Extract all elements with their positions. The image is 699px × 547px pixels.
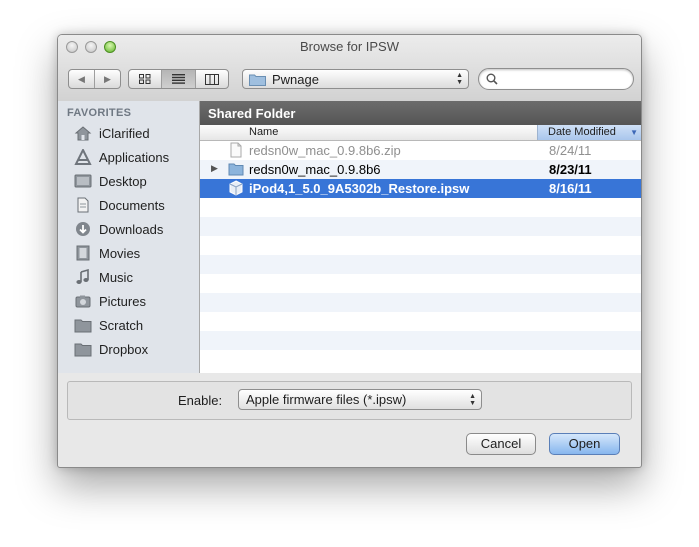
sidebar-item-label: Scratch (99, 317, 144, 333)
file-name: redsn0w_mac_0.9.8b6 (249, 162, 381, 177)
pictures-icon (75, 295, 91, 308)
enable-label: Enable: (178, 393, 223, 408)
sidebar-item-iclarified[interactable]: iClarified (58, 121, 199, 145)
applications-icon (74, 149, 92, 165)
sidebar-item-downloads[interactable]: Downloads (58, 217, 199, 241)
sidebar-item-label: Documents (99, 197, 165, 213)
list-view-icon (171, 74, 185, 84)
sidebar-item-label: Movies (99, 245, 141, 261)
empty-row (200, 350, 641, 369)
back-button[interactable]: ◀ (69, 70, 94, 88)
empty-row (200, 312, 641, 331)
empty-row (200, 255, 641, 274)
file-type-popup[interactable]: Apple firmware files (*.ipsw) ▲ ▼ (238, 389, 482, 410)
empty-row (200, 198, 641, 217)
date-modified-column-header[interactable]: Date Modified ▼ (537, 125, 641, 140)
empty-row (200, 236, 641, 255)
file-name: redsn0w_mac_0.9.8b6.zip (249, 143, 401, 158)
desktop-icon (74, 174, 92, 188)
triangle-right-icon: ▶ (104, 73, 111, 84)
sidebar-item-label: Desktop (99, 173, 147, 189)
file-browser: Shared Folder Name Date Modified ▼ redsn… (200, 101, 641, 373)
icon-view-button[interactable] (129, 70, 161, 88)
back-forward-control: ◀ ▶ (68, 69, 121, 89)
sidebar-item-label: Music (99, 269, 133, 285)
sidebar-item-label: Dropbox (99, 341, 149, 357)
sidebar-item-movies[interactable]: Movies (58, 241, 199, 265)
sidebar-item-applications[interactable]: Applications (58, 145, 199, 169)
file-date: 8/24/11 (549, 143, 592, 158)
location-label: Pwnage (272, 71, 319, 87)
sidebar-item-desktop[interactable]: Desktop (58, 169, 199, 193)
list-view-button[interactable] (161, 70, 195, 88)
forward-button[interactable]: ▶ (94, 70, 120, 88)
sidebar-item-dropbox[interactable]: Dropbox (58, 337, 199, 361)
sidebar-item-music[interactable]: Music (58, 265, 199, 289)
sidebar-item-label: Applications (99, 149, 170, 165)
current-folder-title: Shared Folder (200, 101, 641, 125)
browse-dialog: Browse for IPSW ◀ ▶ Pwnage ▲ ▼ FAVORITES… (57, 34, 642, 468)
empty-row (200, 274, 641, 293)
folder-icon (249, 74, 266, 86)
file-name: iPod4,1_5.0_9A5302b_Restore.ipsw (249, 181, 470, 196)
popup-arrows-icon: ▲ ▼ (456, 72, 463, 86)
folder-icon (74, 343, 92, 357)
icon-view-icon (139, 74, 151, 84)
house-icon (74, 126, 92, 141)
empty-row (200, 217, 641, 236)
triangle-left-icon: ◀ (78, 73, 85, 84)
folder-icon (74, 319, 92, 333)
sort-descending-icon: ▼ (630, 128, 638, 137)
location-popup[interactable]: Pwnage ▲ ▼ (242, 69, 469, 89)
date-column-label: Date Modified (548, 126, 616, 138)
title-bar: Browse for IPSW ◀ ▶ Pwnage ▲ ▼ (58, 35, 641, 102)
music-icon (76, 269, 89, 284)
open-button[interactable]: Open (549, 433, 620, 455)
file-row-selected[interactable]: iPod4,1_5.0_9A5302b_Restore.ipsw 8/16/11 (200, 179, 641, 198)
movies-icon (76, 245, 90, 261)
search-icon (486, 73, 498, 85)
file-row[interactable]: redsn0w_mac_0.9.8b6.zip 8/24/11 (200, 141, 641, 160)
file-date: 8/16/11 (549, 181, 592, 196)
documents-icon (77, 197, 89, 213)
view-mode-control (128, 69, 229, 89)
sidebar-item-label: Pictures (99, 293, 146, 309)
sidebar: FAVORITES iClarified Applications Deskto… (58, 101, 200, 373)
sidebar-item-scratch[interactable]: Scratch (58, 313, 199, 337)
window-title: Browse for IPSW (300, 39, 399, 54)
empty-row (200, 293, 641, 312)
column-header: Name Date Modified ▼ (200, 125, 641, 141)
file-row[interactable]: ▶ redsn0w_mac_0.9.8b6 8/23/11 (200, 160, 641, 179)
empty-row (200, 331, 641, 350)
file-type-value: Apple firmware files (*.ipsw) (246, 392, 407, 407)
options-panel: Enable: Apple firmware files (*.ipsw) ▲ ▼ (67, 381, 632, 420)
disclosure-triangle-icon[interactable]: ▶ (211, 163, 218, 174)
downloads-icon (76, 222, 90, 236)
sidebar-item-label: iClarified (99, 125, 150, 141)
folder-icon (228, 163, 244, 176)
search-field[interactable] (478, 68, 634, 90)
column-view-button[interactable] (194, 70, 228, 88)
sidebar-item-documents[interactable]: Documents (58, 193, 199, 217)
ipsw-file-icon (229, 180, 243, 196)
cancel-button[interactable]: Cancel (466, 433, 536, 455)
popup-arrows-icon: ▲ ▼ (469, 393, 476, 407)
document-icon (230, 142, 242, 158)
name-column-header[interactable]: Name (249, 126, 278, 138)
sidebar-item-label: Downloads (99, 221, 164, 237)
column-view-icon (204, 73, 219, 85)
sidebar-item-pictures[interactable]: Pictures (58, 289, 199, 313)
sidebar-favorites-header: FAVORITES (67, 107, 132, 119)
file-date: 8/23/11 (549, 162, 592, 177)
